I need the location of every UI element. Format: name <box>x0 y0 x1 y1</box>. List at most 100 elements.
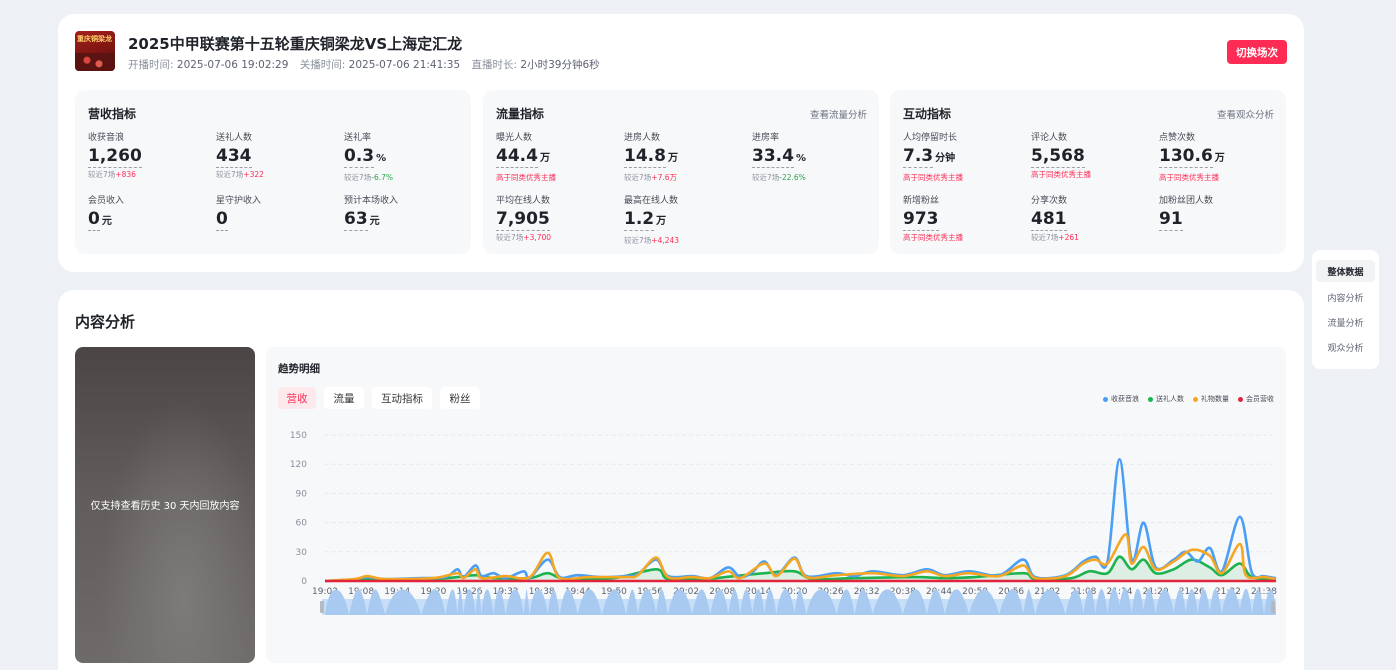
metric-compare: 较近7场+3,700 <box>496 232 616 243</box>
zoom-handle-right[interactable] <box>1271 601 1275 613</box>
side-nav: 整体数据 内容分析 流量分析 观众分析 <box>1312 250 1379 369</box>
end-time: 2025-07-06 21:41:35 <box>348 59 461 71</box>
metric-number[interactable]: 14.8 <box>624 146 666 168</box>
metric-value: 0元 <box>88 208 208 233</box>
metric-tag: 高于同类优秀主播 <box>496 173 556 182</box>
legend-item[interactable]: 收获音浪 <box>1103 394 1139 404</box>
metric-number[interactable]: 0.3 <box>344 146 375 168</box>
metric-label: 送礼率 <box>344 133 372 143</box>
metric-traffic: 平均在线人数 7,905 较近7场+3,700 <box>496 193 616 243</box>
y-tick-label: 60 <box>296 519 308 529</box>
compare-value: -22.6% <box>779 173 806 182</box>
live-header: 重庆铜梁龙 2025中甲联赛第十五轮重庆铜梁龙VS上海定汇龙 开播时间: 202… <box>75 31 1287 73</box>
metric-number[interactable]: 434 <box>216 146 252 168</box>
metric-interaction: 分享次数 481 较近7场+261 <box>1031 193 1151 243</box>
metric-number[interactable]: 130.6 <box>1159 146 1213 168</box>
cover-logo-text: 重庆铜梁龙 <box>77 35 112 43</box>
tab-revenue[interactable]: 营收 <box>278 387 316 409</box>
content-analysis-card: 内容分析 仅支持查看历史 30 天内回放内容 0 30 60 90 120 150 19:0… <box>58 290 1304 670</box>
compare-value: +4,243 <box>651 236 680 245</box>
tab-fans[interactable]: 粉丝 <box>440 387 480 409</box>
metric-value: 130.6 万 <box>1159 145 1279 170</box>
metric-value: 91 <box>1159 208 1279 231</box>
metric-compare: 较近7场-6.7% <box>344 172 464 183</box>
metric-interaction: 点赞次数 130.6 万高于同类优秀主播 <box>1159 130 1279 183</box>
metric-label: 加粉丝团人数 <box>1159 196 1214 206</box>
interaction-panel-title: 互动指标 <box>903 107 952 121</box>
metric-revenue: 预计本场收入 63 元 <box>344 193 464 233</box>
metric-interaction: 加粉丝团人数 91 <box>1159 193 1279 231</box>
audience-analysis-link[interactable]: 查看观众分析 <box>1217 107 1274 121</box>
nav-item-overview[interactable]: 整体数据 <box>1316 260 1375 282</box>
replay-unavailable-message: 仅支持查看历史 30 天内回放内容 <box>90 501 240 512</box>
live-meta: 开播时间: 2025-07-06 19:02:29 关播时间: 2025-07-… <box>128 57 600 72</box>
live-title: 2025中甲联赛第十五轮重庆铜梁龙VS上海定汇龙 <box>128 35 463 53</box>
metric-number[interactable]: 44.4 <box>496 146 538 168</box>
compare-prefix: 较近7场 <box>88 170 116 179</box>
metric-revenue: 送礼人数 434 较近7场+322 <box>216 130 336 180</box>
traffic-panel: 流量指标 查看流量分析 曝光人数 44.4 万高于同类优秀主播 进房人数 14.8 万较近… <box>483 90 879 254</box>
metric-label: 送礼人数 <box>216 133 253 143</box>
y-tick-label: 0 <box>301 577 307 587</box>
traffic-panel-title: 流量指标 <box>496 107 545 121</box>
metric-number[interactable]: 5,568 <box>1031 146 1085 168</box>
metric-number[interactable]: 7,905 <box>496 209 550 231</box>
metric-number[interactable]: 1,260 <box>88 146 142 168</box>
revenue-panel: 营收指标 收获音浪 1,260 较近7场+836 送礼人数 434 较近7场+322 送礼率… <box>75 90 471 254</box>
metric-compare: 较近7场+7.6万 <box>624 172 744 183</box>
metric-number[interactable]: 7.3 <box>903 146 934 168</box>
metric-tag: 高于同类优秀主播 <box>1159 173 1219 182</box>
metric-unit: 万 <box>667 153 678 164</box>
metric-number[interactable]: 33.4 <box>752 146 794 168</box>
metric-label: 会员收入 <box>88 196 125 206</box>
metric-number[interactable]: 91 <box>1159 209 1183 231</box>
legend-item[interactable]: 送礼人数 <box>1148 394 1184 404</box>
metric-number[interactable]: 0 <box>216 209 228 231</box>
metric-value: 14.8 万 <box>624 145 744 170</box>
legend-label: 会员营收 <box>1246 395 1274 403</box>
metric-value: 33.4% <box>752 145 872 170</box>
nav-item-audience[interactable]: 观众分析 <box>1316 336 1375 358</box>
zoom-handle-left[interactable] <box>320 601 324 613</box>
metric-unit: 元 <box>101 216 112 227</box>
compare-value: +7.6万 <box>651 173 677 182</box>
metric-label: 进房人数 <box>624 133 661 143</box>
legend-item[interactable]: 会员营收 <box>1238 394 1274 404</box>
metric-compare: 较近7场+322 <box>216 169 336 180</box>
tab-traffic[interactable]: 流量 <box>324 387 364 409</box>
traffic-analysis-link[interactable]: 查看流量分析 <box>810 107 867 121</box>
metric-value: 434 <box>216 145 336 168</box>
metric-label: 曝光人数 <box>496 133 533 143</box>
y-tick-label: 120 <box>290 460 307 470</box>
end-time-label: 关播时间: <box>299 59 346 71</box>
metric-traffic: 进房人数 14.8 万较近7场+7.6万 <box>624 130 744 183</box>
compare-prefix: 较近7场 <box>624 173 652 182</box>
metric-number[interactable]: 1.2 <box>624 209 655 231</box>
metric-number[interactable]: 63 <box>344 209 368 231</box>
metric-interaction: 评论人数 5,568 高于同类优秀主播 <box>1031 130 1151 180</box>
compare-value: +322 <box>243 170 264 179</box>
metric-label: 分享次数 <box>1031 196 1068 206</box>
metric-value: 5,568 <box>1031 145 1151 168</box>
metric-number[interactable]: 973 <box>903 209 939 231</box>
tab-interaction[interactable]: 互动指标 <box>372 387 432 409</box>
trend-title: 趋势明细 <box>278 363 320 375</box>
nav-item-traffic[interactable]: 流量分析 <box>1316 311 1375 333</box>
y-tick-label: 90 <box>296 489 308 499</box>
metric-number[interactable]: 481 <box>1031 209 1067 231</box>
nav-item-content[interactable]: 内容分析 <box>1316 286 1375 308</box>
legend-item[interactable]: 礼物数量 <box>1193 394 1229 404</box>
metric-tag: 高于同类优秀主播 <box>903 233 963 242</box>
trend-panel: 030609012015019:0219:0819:1419:2019:2619… <box>266 347 1286 663</box>
switch-session-button[interactable]: 切换场次 <box>1227 40 1287 64</box>
metric-unit: 万 <box>539 153 550 164</box>
metric-tag: 高于同类优秀主播 <box>903 173 963 182</box>
metric-number[interactable]: 0 <box>88 209 100 231</box>
metric-revenue: 送礼率 0.3% 较近7场-6.7% <box>344 130 464 183</box>
metric-label: 进房率 <box>752 133 780 143</box>
start-time-label: 开播时间: <box>128 59 174 71</box>
start-time: 2025-07-06 19:02:29 <box>176 59 289 71</box>
duration-label: 直播时长: <box>471 59 518 71</box>
metric-value: 0 <box>216 208 336 231</box>
y-tick-label: 150 <box>290 431 307 441</box>
